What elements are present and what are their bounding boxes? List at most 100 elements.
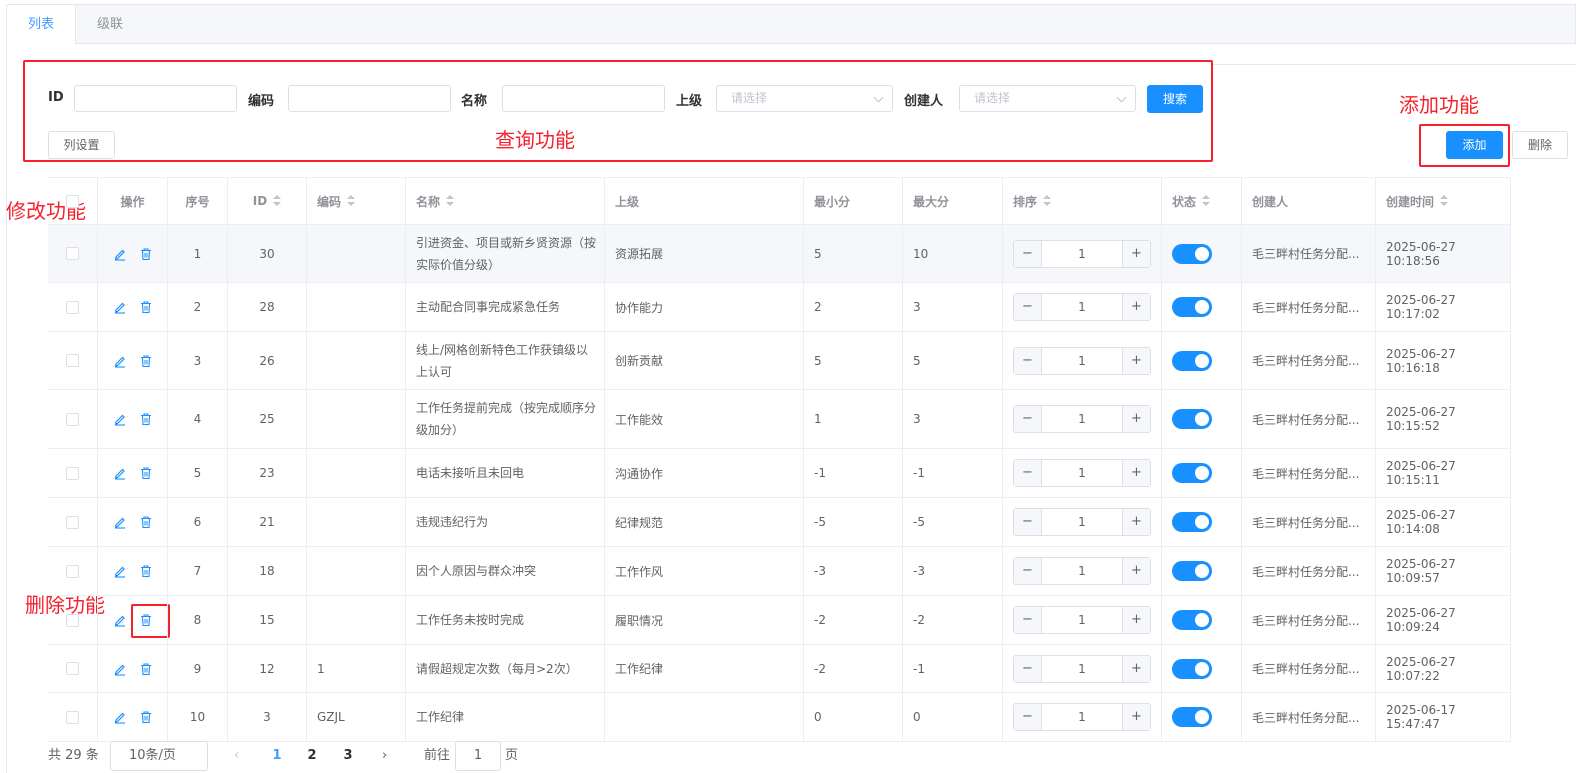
minus-icon[interactable]: − [1014, 704, 1042, 730]
row-checkbox[interactable] [66, 515, 79, 529]
edit-icon[interactable] [113, 247, 127, 261]
status-toggle[interactable] [1172, 409, 1212, 429]
minus-icon[interactable]: − [1014, 607, 1042, 633]
quantity-stepper[interactable]: −1 + [1013, 405, 1151, 433]
edit-icon[interactable] [113, 564, 127, 578]
minus-icon[interactable]: − [1014, 460, 1042, 486]
stepper-value[interactable]: 1 [1042, 704, 1122, 730]
page-1[interactable]: 1 [265, 741, 289, 771]
quantity-stepper[interactable]: −1 + [1013, 346, 1151, 375]
delete-icon[interactable] [139, 247, 153, 261]
goto-page-input[interactable]: 1 [455, 741, 501, 771]
plus-icon[interactable]: + [1122, 347, 1150, 374]
status-toggle[interactable] [1172, 610, 1212, 630]
header-id[interactable]: ID [228, 178, 307, 224]
quantity-stepper[interactable]: −1 + [1013, 703, 1151, 731]
stepper-value[interactable]: 1 [1042, 241, 1122, 267]
row-checkbox[interactable] [66, 412, 79, 426]
delete-icon[interactable] [139, 613, 153, 627]
minus-icon[interactable]: − [1014, 294, 1042, 320]
plus-icon[interactable]: + [1122, 406, 1150, 432]
stepper-value[interactable]: 1 [1042, 460, 1122, 486]
sort-icon[interactable] [1202, 195, 1211, 207]
status-toggle[interactable] [1172, 350, 1212, 371]
plus-icon[interactable]: + [1122, 655, 1150, 682]
page-size-select[interactable]: 10条/页 [110, 741, 208, 771]
header-status[interactable]: 状态 [1162, 178, 1242, 224]
plus-icon[interactable]: + [1122, 294, 1150, 320]
stepper-value[interactable]: 1 [1042, 656, 1122, 682]
status-toggle[interactable] [1172, 707, 1212, 727]
select-all-checkbox[interactable] [66, 194, 79, 208]
stepper-value[interactable]: 1 [1042, 348, 1122, 374]
stepper-value[interactable]: 1 [1042, 406, 1122, 432]
status-toggle[interactable] [1172, 243, 1212, 264]
status-toggle[interactable] [1172, 463, 1212, 483]
minus-icon[interactable]: − [1014, 558, 1042, 584]
minus-icon[interactable]: − [1014, 406, 1042, 432]
plus-icon[interactable]: + [1122, 240, 1150, 267]
quantity-stepper[interactable]: −1 + [1013, 239, 1151, 268]
edit-icon[interactable] [113, 710, 127, 724]
sort-icon[interactable] [446, 195, 455, 207]
edit-icon[interactable] [113, 412, 127, 426]
minus-icon[interactable]: − [1014, 240, 1042, 267]
tab-cascade[interactable]: 级联 [77, 5, 143, 44]
edit-icon[interactable] [113, 662, 127, 676]
next-page-icon[interactable]: › [382, 741, 387, 771]
row-checkbox[interactable] [66, 662, 79, 675]
quantity-stepper[interactable]: −1 + [1013, 508, 1151, 536]
quantity-stepper[interactable]: −1 + [1013, 606, 1151, 634]
edit-icon[interactable] [113, 613, 127, 627]
row-checkbox[interactable] [66, 354, 79, 367]
status-toggle[interactable] [1172, 658, 1212, 679]
row-checkbox[interactable] [66, 564, 79, 578]
page-2[interactable]: 2 [300, 741, 324, 771]
page-3[interactable]: 3 [336, 741, 360, 771]
delete-icon[interactable] [139, 354, 153, 368]
edit-icon[interactable] [113, 300, 127, 314]
delete-icon[interactable] [139, 300, 153, 314]
header-created-time[interactable]: 创建时间 [1376, 178, 1511, 224]
delete-icon[interactable] [139, 515, 153, 529]
plus-icon[interactable]: + [1122, 460, 1150, 486]
edit-icon[interactable] [113, 354, 127, 368]
sort-icon[interactable] [273, 195, 282, 207]
stepper-value[interactable]: 1 [1042, 294, 1122, 320]
header-sort-order[interactable]: 排序 [1003, 178, 1162, 224]
status-toggle[interactable] [1172, 297, 1212, 317]
status-toggle[interactable] [1172, 561, 1212, 581]
tab-list[interactable]: 列表 [7, 5, 76, 45]
stepper-value[interactable]: 1 [1042, 607, 1122, 633]
minus-icon[interactable]: − [1014, 509, 1042, 535]
minus-icon[interactable]: − [1014, 347, 1042, 374]
stepper-value[interactable]: 1 [1042, 509, 1122, 535]
row-checkbox[interactable] [66, 300, 79, 314]
delete-button[interactable]: 删除 [1512, 131, 1568, 159]
delete-icon[interactable] [139, 466, 153, 480]
delete-icon[interactable] [139, 412, 153, 426]
row-checkbox[interactable] [66, 466, 79, 480]
row-checkbox[interactable] [66, 710, 79, 724]
plus-icon[interactable]: + [1122, 558, 1150, 584]
sort-icon[interactable] [347, 195, 356, 207]
sort-icon[interactable] [1440, 195, 1449, 207]
delete-icon[interactable] [139, 710, 153, 724]
sort-icon[interactable] [1043, 195, 1052, 207]
quantity-stepper[interactable]: −1 + [1013, 557, 1151, 585]
status-toggle[interactable] [1172, 512, 1212, 532]
header-name[interactable]: 名称 [406, 178, 605, 224]
edit-icon[interactable] [113, 515, 127, 529]
delete-icon[interactable] [139, 662, 153, 676]
row-checkbox[interactable] [66, 613, 79, 627]
delete-icon[interactable] [139, 564, 153, 578]
row-checkbox[interactable] [66, 247, 79, 260]
plus-icon[interactable]: + [1122, 607, 1150, 633]
plus-icon[interactable]: + [1122, 509, 1150, 535]
prev-page-icon[interactable]: ‹ [234, 741, 239, 771]
quantity-stepper[interactable]: −1 + [1013, 293, 1151, 321]
edit-icon[interactable] [113, 466, 127, 480]
plus-icon[interactable]: + [1122, 704, 1150, 730]
minus-icon[interactable]: − [1014, 655, 1042, 682]
quantity-stepper[interactable]: −1 + [1013, 459, 1151, 487]
